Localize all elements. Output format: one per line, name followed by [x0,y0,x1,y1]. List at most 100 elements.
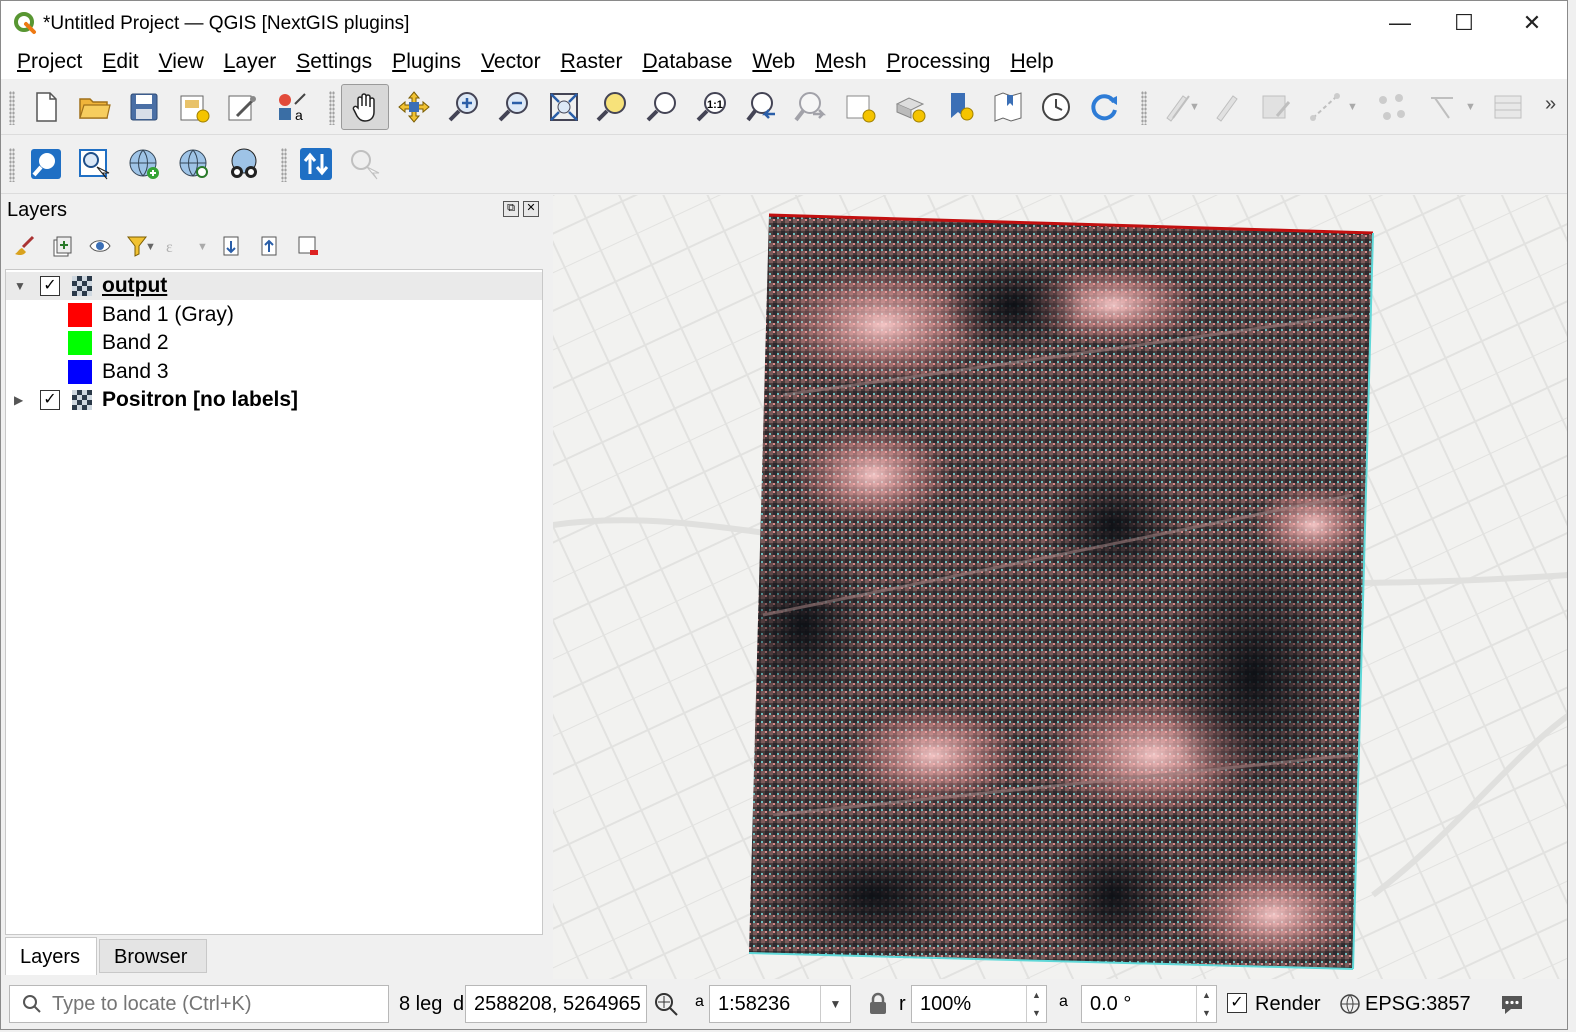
pan-arrows-icon [398,91,430,123]
rotation-spinbox[interactable]: 0.0 ° ▲ ▼ [1081,985,1217,1023]
messages-icon[interactable] [1499,991,1525,1017]
collapse-arrow-icon[interactable]: ▼ [14,279,26,293]
new-3d-map-view-button[interactable] [889,86,931,128]
scale-combobox[interactable]: 1:58236 ▼ [709,985,851,1023]
toolbar-grip[interactable] [281,148,287,182]
coordinate-field[interactable]: 2588208, 5264965 [465,985,647,1023]
menu-mesh[interactable]: Mesh [805,45,876,79]
digitize-line-button[interactable] [1305,86,1347,128]
menu-web[interactable]: Web [742,45,805,79]
temporal-controller-button[interactable] [1035,86,1077,128]
remove-layer-button[interactable] [293,231,323,261]
toolbar-grip[interactable] [329,91,335,125]
chevron-down-icon[interactable]: ▼ [145,241,156,253]
pan-to-selection-button[interactable] [393,86,435,128]
locator-bar[interactable] [9,985,389,1023]
menu-settings[interactable]: Settings [286,45,382,79]
menu-edit[interactable]: Edit [92,45,148,79]
menu-project[interactable]: Project [7,45,92,79]
map-canvas[interactable] [553,195,1567,979]
zoom-last-button[interactable] [741,86,783,128]
close-panel-button[interactable]: ✕ [523,201,539,217]
new-file-icon [36,92,57,122]
expand-all-button[interactable] [217,231,247,261]
attribute-table-edit-button[interactable] [1487,86,1529,128]
sort-swap-button[interactable] [295,143,337,185]
new-project-button[interactable] [25,86,67,128]
zoom-to-selection-button[interactable] [591,86,633,128]
chevron-down-icon[interactable]: ▼ [820,986,850,1022]
quickmapservices-search-button[interactable] [223,143,265,185]
add-group-button[interactable] [47,231,77,261]
crs-label[interactable]: EPSG:3857 [1365,993,1471,1016]
layer-row-positron[interactable]: ▶ ✓ Positron [no labels] [6,386,542,414]
chevron-down-icon[interactable]: ▼ [1189,101,1200,113]
zoom-in-button[interactable] [443,86,485,128]
zoom-out-button[interactable] [493,86,535,128]
scale-value: 1:58236 [718,993,791,1015]
identify-disabled-button[interactable] [343,143,385,185]
close-button[interactable]: ✕ [1497,1,1567,45]
pan-map-button[interactable] [341,84,389,130]
toolbar-grip[interactable] [9,91,15,125]
layer-visibility-checkbox[interactable]: ✓ [40,390,60,410]
filter-by-expression-button[interactable]: ε [161,231,191,261]
locator-input[interactable] [52,990,382,1018]
toolbar-overflow-button[interactable]: » [1545,93,1556,116]
expand-arrow-icon[interactable]: ▶ [14,393,23,407]
collapse-all-button[interactable] [255,231,285,261]
add-web-service-button[interactable] [123,143,165,185]
globe-crs-icon[interactable] [1339,993,1361,1015]
identify-search-button[interactable] [73,143,115,185]
spinbox-arrows-icon[interactable]: ▲ ▼ [1026,986,1046,1022]
manage-visibility-button[interactable] [85,231,115,261]
show-bookmarks-button[interactable] [987,86,1029,128]
menu-view[interactable]: View [149,45,214,79]
save-project-button[interactable] [123,86,165,128]
new-map-view-button[interactable] [839,86,881,128]
menu-database[interactable]: Database [632,45,742,79]
undock-panel-button[interactable]: ⧉ [503,201,519,217]
layer-visibility-checkbox[interactable]: ✓ [40,276,60,296]
vertex-tool-button[interactable] [1371,86,1413,128]
minimize-button[interactable]: — [1365,1,1435,45]
menu-help[interactable]: Help [1000,45,1063,79]
chevron-down-icon[interactable]: ▼ [197,241,208,253]
menu-vector[interactable]: Vector [471,45,551,79]
modify-attributes-button[interactable] [1421,86,1463,128]
layout-manager-button[interactable] [221,86,263,128]
zoom-next-button[interactable] [789,86,831,128]
zoom-full-button[interactable] [543,86,585,128]
chevron-down-icon[interactable]: ▼ [1465,101,1476,113]
maximize-button[interactable]: ☐ [1429,1,1499,45]
chevron-down-icon[interactable]: ▼ [1347,101,1358,113]
toggle-editing-button[interactable] [1205,86,1247,128]
nextgis-search-button[interactable] [25,143,67,185]
new-print-layout-button[interactable] [173,86,215,128]
lock-icon[interactable] [865,991,891,1017]
zoom-to-layer-button[interactable] [641,86,683,128]
save-layer-edits-button[interactable] [1255,86,1297,128]
open-project-button[interactable] [73,86,115,128]
bookmarks-map-icon [994,92,1022,122]
menu-layer[interactable]: Layer [214,45,287,79]
style-manager-button[interactable]: a [271,86,313,128]
magnifier-spinbox[interactable]: 100% ▲ ▼ [911,985,1047,1023]
zoom-native-icon: 1:1 [696,92,726,122]
spinbox-arrows-icon[interactable]: ▲ ▼ [1196,986,1216,1022]
extents-toggle-icon[interactable] [653,991,679,1017]
menu-plugins[interactable]: Plugins [382,45,471,79]
layer-row-output[interactable]: ▼ ✓ output [6,272,542,300]
search-web-service-button[interactable] [173,143,215,185]
refresh-button[interactable] [1083,86,1125,128]
tab-browser[interactable]: Browser [99,939,207,973]
tab-layers[interactable]: Layers [5,937,97,975]
toolbar-grip[interactable] [1141,91,1147,125]
style-layer-button[interactable] [9,231,39,261]
menu-processing[interactable]: Processing [877,45,1001,79]
toolbar-grip[interactable] [9,148,15,182]
menu-raster[interactable]: Raster [551,45,633,79]
render-checkbox[interactable]: ✓ [1227,993,1247,1013]
new-spatial-bookmark-button[interactable] [939,86,981,128]
zoom-native-resolution-button[interactable]: 1:1 [691,86,733,128]
